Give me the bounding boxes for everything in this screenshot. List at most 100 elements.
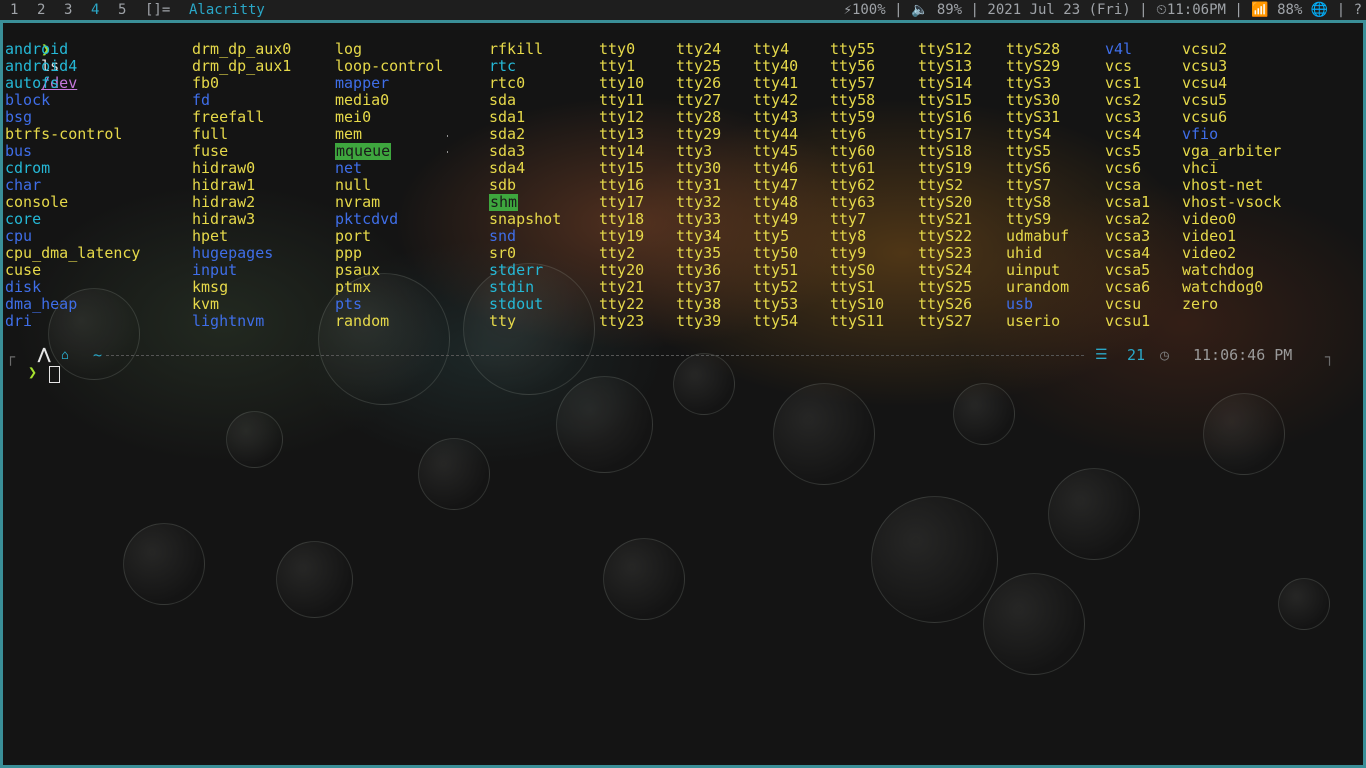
file-entry: ttyS26 xyxy=(918,295,973,313)
file-entry: vcs xyxy=(1105,57,1133,75)
file-entry: ttyS28 xyxy=(1006,40,1061,58)
file-entry: mem xyxy=(335,125,363,143)
file-entry: sr0 xyxy=(489,244,517,262)
file-entry: watchdog0 xyxy=(1182,278,1264,296)
file-entry: vcs2 xyxy=(1105,91,1142,109)
file-entry: tty25 xyxy=(676,57,722,75)
file-entry: tty46 xyxy=(753,159,799,177)
file-entry: vcs5 xyxy=(1105,142,1142,160)
file-entry: mei0 xyxy=(335,108,372,126)
file-entry: tty7 xyxy=(830,210,867,228)
file-entry: watchdog xyxy=(1182,261,1255,279)
file-entry: tty63 xyxy=(830,193,876,211)
file-entry: vcsu3 xyxy=(1182,57,1228,75)
file-entry: fuse xyxy=(192,142,229,160)
file-entry: core xyxy=(5,210,42,228)
file-entry: ttyS23 xyxy=(918,244,973,262)
file-entry: ttyS19 xyxy=(918,159,973,177)
file-entry: tty24 xyxy=(676,40,722,58)
file-entry: tty3 xyxy=(676,142,713,160)
file-entry: cdrom xyxy=(5,159,51,177)
file-entry: mqueue xyxy=(335,142,392,160)
file-entry: tty36 xyxy=(676,261,722,279)
file-entry: urandom xyxy=(1006,278,1070,296)
file-entry: port xyxy=(335,227,372,245)
file-entry: tty32 xyxy=(676,193,722,211)
file-entry: dri xyxy=(5,312,33,330)
file-entry: stdout xyxy=(489,295,544,313)
file-entry: tty19 xyxy=(599,227,645,245)
file-entry: v4l xyxy=(1105,40,1133,58)
file-entry: tty44 xyxy=(753,125,799,143)
file-entry: ttyS21 xyxy=(918,210,973,228)
file-entry: tty52 xyxy=(753,278,799,296)
file-entry: ttyS11 xyxy=(830,312,885,330)
file-entry: vcsa6 xyxy=(1105,278,1151,296)
file-entry: drm_dp_aux1 xyxy=(192,57,292,75)
file-entry: hidraw2 xyxy=(192,193,256,211)
terminal-content[interactable]: ❯ ls /dev android android4 autofs block bsg b… xyxy=(0,0,1366,768)
file-entry: tty16 xyxy=(599,176,645,194)
file-entry: bus xyxy=(5,142,33,160)
file-entry: tty17 xyxy=(599,193,645,211)
file-entry: rtc0 xyxy=(489,74,526,92)
file-entry: vcsu5 xyxy=(1182,91,1228,109)
file-entry: tty33 xyxy=(676,210,722,228)
file-entry: tty39 xyxy=(676,312,722,330)
file-entry: tty xyxy=(489,312,517,330)
file-entry: dma_heap xyxy=(5,295,78,313)
file-entry: tty60 xyxy=(830,142,876,160)
file-entry: tty20 xyxy=(599,261,645,279)
file-entry: ttyS13 xyxy=(918,57,973,75)
file-entry: input xyxy=(192,261,238,279)
file-entry: ttyS12 xyxy=(918,40,973,58)
file-entry: vcsa3 xyxy=(1105,227,1151,245)
file-entry: vcsu6 xyxy=(1182,108,1228,126)
file-entry: ttyS27 xyxy=(918,312,973,330)
file-entry: tty51 xyxy=(753,261,799,279)
file-entry: console xyxy=(5,193,69,211)
file-entry: vcsu2 xyxy=(1182,40,1228,58)
file-entry: tty13 xyxy=(599,125,645,143)
file-entry: uinput xyxy=(1006,261,1061,279)
file-entry: pktcdvd xyxy=(335,210,399,228)
file-entry: tty42 xyxy=(753,91,799,109)
file-entry: ttyS2 xyxy=(918,176,964,194)
home-icon: ⌂ xyxy=(61,348,69,363)
file-entry: ttyS4 xyxy=(1006,125,1052,143)
file-entry: stdin xyxy=(489,278,535,296)
file-entry: ttyS0 xyxy=(830,261,876,279)
file-entry: sda4 xyxy=(489,159,526,177)
prompt-frame-left: ┌ xyxy=(6,348,16,366)
file-entry: cpu xyxy=(5,227,33,245)
file-entry: vcs1 xyxy=(1105,74,1142,92)
file-entry: tty9 xyxy=(830,244,867,262)
file-entry: vfio xyxy=(1182,125,1219,143)
file-entry: stderr xyxy=(489,261,544,279)
ibeam-cursor-icon xyxy=(447,135,448,153)
file-entry: net xyxy=(335,159,363,177)
file-entry: kvm xyxy=(192,295,220,313)
file-entry: tty11 xyxy=(599,91,645,109)
file-entry: tty43 xyxy=(753,108,799,126)
file-entry: udmabuf xyxy=(1006,227,1070,245)
file-entry: ttyS7 xyxy=(1006,176,1052,194)
file-entry: full xyxy=(192,125,229,143)
file-entry: pts xyxy=(335,295,363,313)
file-entry: tty45 xyxy=(753,142,799,160)
file-entry: tty23 xyxy=(599,312,645,330)
file-entry: tty40 xyxy=(753,57,799,75)
file-entry: ttyS15 xyxy=(918,91,973,109)
file-entry: tty59 xyxy=(830,108,876,126)
file-entry: ttyS5 xyxy=(1006,142,1052,160)
path-text: ~ xyxy=(93,346,103,364)
file-entry: ttyS3 xyxy=(1006,74,1052,92)
file-entry: video1 xyxy=(1182,227,1237,245)
file-entry: tty22 xyxy=(599,295,645,313)
file-entry: tty35 xyxy=(676,244,722,262)
text-cursor xyxy=(49,366,60,383)
file-entry: hpet xyxy=(192,227,229,245)
file-entry: video2 xyxy=(1182,244,1237,262)
file-entry: freefall xyxy=(192,108,265,126)
file-entry: tty57 xyxy=(830,74,876,92)
